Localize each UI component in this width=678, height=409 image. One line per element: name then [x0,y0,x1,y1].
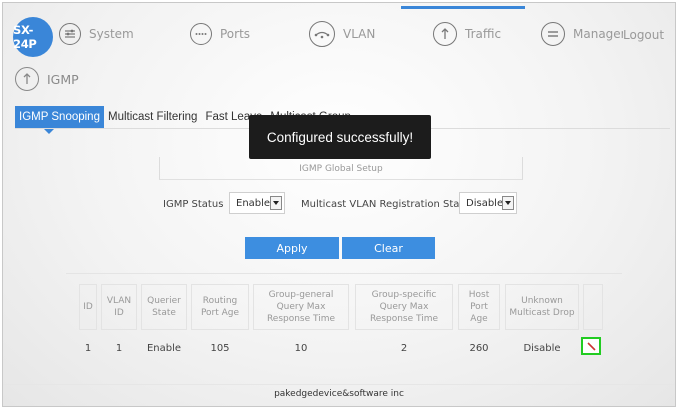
table-header-group-general: Group-general Query Max Response Time [253,284,349,330]
table-header-querier-state: Querier State [141,284,187,330]
igmp-status-label: IGMP Status [163,199,224,210]
igmp-status-select[interactable]: Enable [229,192,285,214]
nav-system[interactable]: System [59,20,134,48]
tab-igmp-snooping[interactable]: IGMP Snooping [15,106,104,134]
nav-management-label: Management [573,27,623,41]
table-header-group-specific: Group-specific Query Max Response Time [355,284,453,330]
arrow-up-icon [15,67,39,91]
table-header-id: ID [79,284,97,330]
clear-button[interactable]: Clear [342,237,435,259]
chevron-down-icon [270,196,282,210]
cell-vlan-id: 1 [115,343,123,354]
edit-button[interactable] [581,337,601,355]
ports-icon [190,23,212,45]
vlan-icon [309,21,335,47]
footer-divider [3,384,675,385]
table-header-routing-port-age: Routing Port Age [191,284,249,330]
cell-id: 1 [84,343,92,354]
table-header-host-port-age: Host Port Age [458,284,500,330]
cell-host-port-age: 260 [469,343,489,354]
cell-querier-state: Enable [146,343,182,354]
nav-traffic-label: Traffic [465,27,502,41]
success-toast: Configured successfully! [249,115,431,159]
footer-text: pakedgedevice&software inc [274,389,404,399]
menu-icon [541,22,565,46]
nav-traffic[interactable]: Traffic [433,20,501,48]
mvr-status-value: Disable [466,197,504,209]
top-nav: SX-24P System Ports VLAN Traffic Manage … [3,3,675,59]
nav-management[interactable]: Management [541,20,623,48]
cell-group-specific: 2 [400,343,408,354]
cell-group-general: 10 [294,343,308,354]
arrow-up-icon [433,22,457,46]
mvr-status-select[interactable]: Disable [459,192,517,214]
nav-vlan[interactable]: VLAN [309,20,375,48]
nav-active-indicator [401,6,525,9]
nav-ports[interactable]: Ports [190,20,250,48]
cell-unknown-multicast-drop: Disable [523,343,561,354]
section-heading: IGMP [15,67,79,91]
brand-logo[interactable]: SX-24P [13,17,53,57]
apply-button[interactable]: Apply [245,237,339,259]
table-header-edit [583,284,603,330]
igmp-status-value: Enable [236,197,271,209]
section-title: IGMP [47,71,79,87]
table-divider [66,273,622,274]
mvr-status-label: Multicast VLAN Registration Status [301,199,475,210]
cell-routing-port-age: 105 [210,343,230,354]
logout-link[interactable]: Logout [623,28,664,42]
pencil-icon [587,342,596,351]
nav-vlan-label: VLAN [343,27,376,41]
nav-system-label: System [89,27,134,41]
nav-ports-label: Ports [220,27,251,41]
table-header-vlan-id: VLAN ID [101,284,137,330]
chevron-down-icon [502,196,514,210]
table-header-unknown-multicast-drop: Unknown Multicast Drop [505,284,579,330]
app-window: SX-24P System Ports VLAN Traffic Manage … [2,2,676,407]
tab-multicast-filtering[interactable]: Multicast Filtering [104,106,201,128]
global-setup-title: IGMP Global Setup [159,157,523,180]
sliders-icon [59,23,81,45]
